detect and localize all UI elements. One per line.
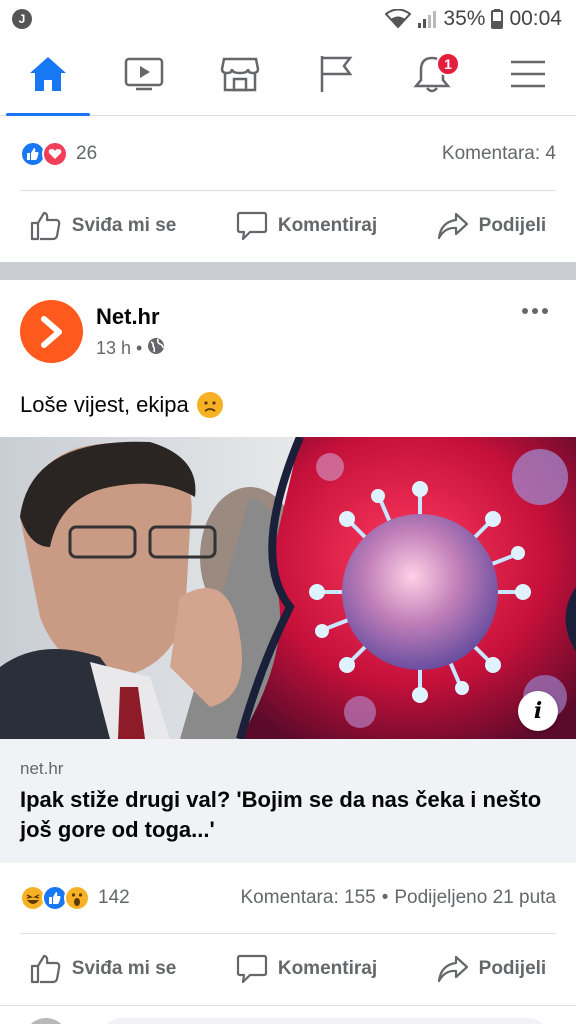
feed-separator (0, 262, 576, 280)
share-label: Podijeli (478, 215, 547, 236)
post-stats: Komentara: 155 • Podijeljeno 21 puta (241, 887, 557, 909)
thumbs-up-icon (30, 954, 62, 984)
more-options-button[interactable] (522, 308, 548, 314)
post-text: Loše vijest, ekipa (20, 392, 223, 418)
post-meta: 13 h • (96, 337, 165, 360)
video-icon (124, 57, 164, 96)
share-label: Podijeli (478, 958, 547, 979)
meta-separator: • (136, 338, 143, 358)
stats-separator: • (381, 887, 389, 908)
tab-pages[interactable] (288, 38, 384, 116)
share-icon (437, 212, 469, 240)
post-header: Net.hr 13 h • (0, 280, 576, 376)
home-icon (28, 55, 68, 98)
tab-notifications[interactable]: 1 (384, 38, 480, 116)
tab-menu[interactable] (480, 38, 576, 116)
comment-label: Komentiraj (277, 215, 378, 236)
link-title: Ipak stiže drugi val? 'Bojim se da nas č… (20, 787, 542, 842)
love-reaction-icon (42, 141, 68, 167)
post-author[interactable]: Net.hr (96, 304, 160, 330)
reaction-summary[interactable]: 26 (20, 141, 97, 167)
like-button[interactable]: Sviđa mi se (30, 954, 177, 984)
reaction-count: 142 (98, 887, 130, 908)
store-icon (220, 55, 260, 98)
comment-icon (236, 954, 268, 984)
battery-icon (491, 9, 504, 29)
comment-icon (236, 211, 268, 241)
share-button[interactable]: Podijeli (437, 955, 547, 983)
article-image (0, 437, 576, 739)
wifi-icon (385, 9, 412, 29)
comment-button[interactable]: Komentiraj (236, 211, 377, 241)
link-preview-image[interactable]: i (0, 437, 576, 739)
comment-count[interactable]: Komentara: 4 (442, 143, 556, 165)
hamburger-icon (510, 59, 546, 94)
more-dot (522, 308, 528, 314)
more-dot (542, 308, 548, 314)
comment-count[interactable]: Komentara: 155 (241, 887, 376, 909)
globe-icon (147, 337, 165, 360)
previous-post-footer: 26 Komentara: 4 Sviđa mi se Komentiraj P… (0, 117, 576, 262)
app-notification-badge: J (12, 9, 32, 29)
share-count[interactable]: Podijeljeno 21 puta (394, 887, 556, 909)
more-dot (532, 308, 538, 314)
like-label: Sviđa mi se (71, 215, 177, 236)
share-button[interactable]: Podijeli (437, 212, 547, 240)
tab-marketplace[interactable] (192, 38, 288, 116)
thumbs-up-icon (30, 211, 62, 241)
comment-composer (0, 1005, 576, 1024)
like-label: Sviđa mi se (71, 958, 177, 979)
tab-home[interactable] (0, 38, 96, 116)
signal-icon (417, 9, 437, 29)
like-button[interactable]: Sviđa mi se (30, 211, 177, 241)
wow-reaction-icon (64, 885, 90, 911)
page-avatar[interactable] (20, 300, 83, 363)
link-domain: net.hr (20, 759, 64, 778)
reaction-summary[interactable]: 142 (20, 885, 130, 911)
post-reactions-row: 142 Komentara: 155 • Podijeljeno 21 puta (20, 863, 556, 933)
post-time[interactable]: 13 h (96, 338, 131, 359)
comment-label: Komentiraj (277, 958, 378, 979)
link-preview[interactable]: net.hr Ipak stiže drugi val? 'Bojim se d… (0, 739, 576, 863)
post-message: Loše vijest, ekipa (20, 392, 189, 417)
status-bar: J 35% 00:04 (0, 0, 576, 38)
flag-icon (318, 54, 354, 99)
battery-percent: 35% (443, 7, 486, 30)
sad-emoji-icon (196, 392, 223, 418)
info-icon[interactable]: i (518, 691, 558, 731)
comment-input[interactable] (100, 1018, 550, 1024)
comment-button[interactable]: Komentiraj (236, 954, 377, 984)
notification-badge: 1 (436, 51, 460, 76)
top-nav: 1 (0, 38, 576, 116)
tab-watch[interactable] (96, 38, 192, 116)
share-icon (437, 955, 469, 983)
post-actions: Sviđa mi se Komentiraj Podijeli (0, 934, 576, 1004)
clock: 00:04 (509, 7, 562, 30)
user-avatar (24, 1018, 68, 1024)
reaction-count: 26 (76, 143, 98, 164)
